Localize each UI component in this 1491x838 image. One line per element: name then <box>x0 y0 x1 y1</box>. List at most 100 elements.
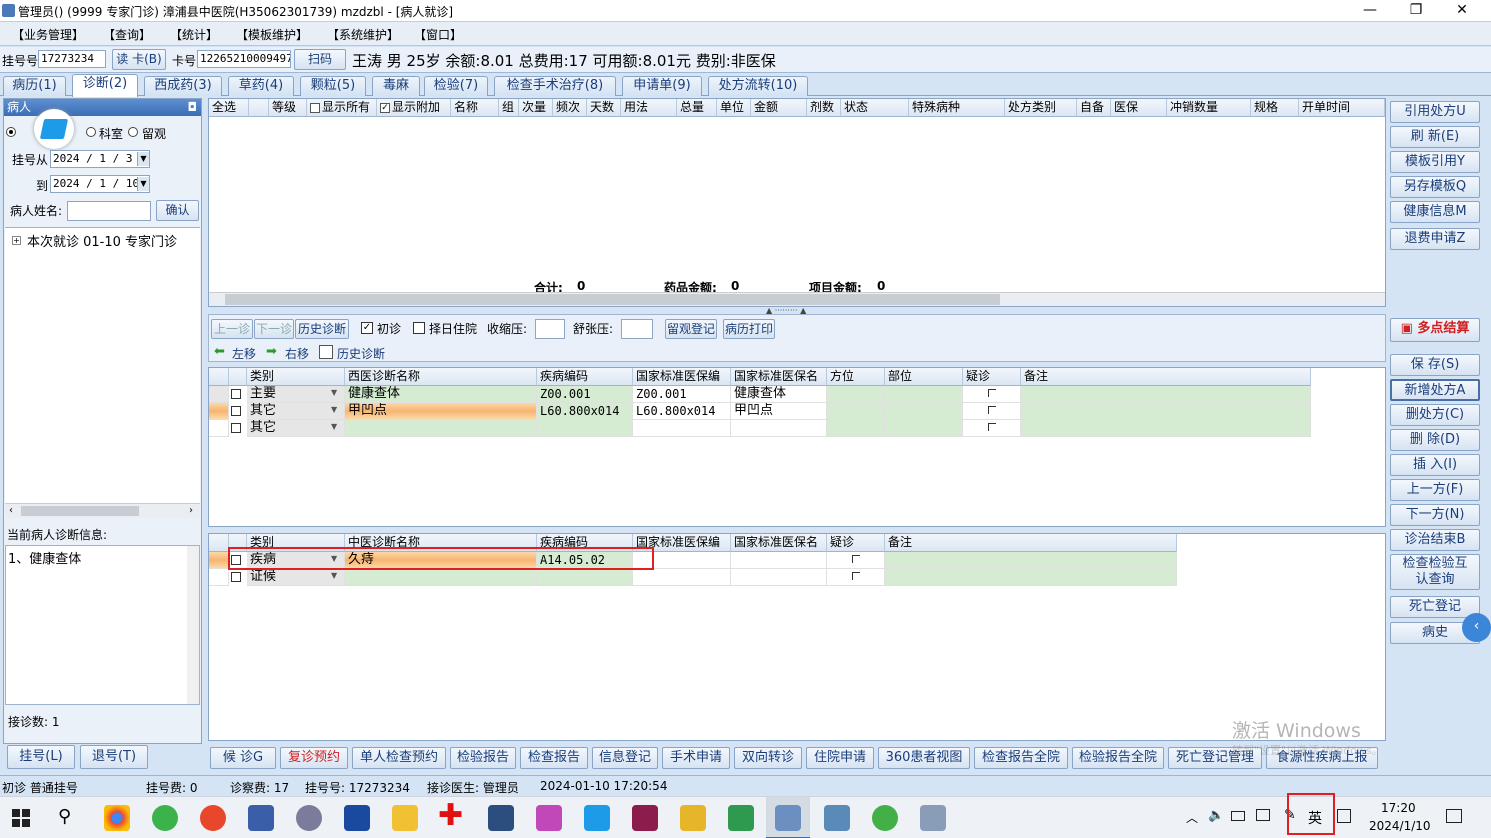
app-compass-icon[interactable] <box>296 805 322 831</box>
part-cell[interactable] <box>885 420 963 437</box>
multi-settle-button[interactable]: ▣ 多点结算 <box>1390 318 1480 342</box>
tab-medical-record[interactable]: 病历(1) <box>3 76 66 96</box>
col-show-all[interactable]: 显示所有 <box>307 99 377 117</box>
history-diag-link[interactable]: 历史诊断 <box>337 345 385 362</box>
tab-lab[interactable]: 检验(7) <box>424 76 488 96</box>
menu-query[interactable]: 【查询】 <box>103 26 151 43</box>
collapse-icon[interactable]: ‹ <box>1462 613 1491 642</box>
systolic-input[interactable] <box>535 319 565 339</box>
disease-code-cell[interactable]: Z00.001 <box>537 386 633 403</box>
suspect-checkbox[interactable] <box>988 423 996 431</box>
remark-cell[interactable] <box>885 569 1177 586</box>
chevron-down-icon[interactable]: ▼ <box>331 422 337 431</box>
app-swirl-icon[interactable] <box>200 805 226 831</box>
cite-rx-button[interactable]: 引用处方U <box>1390 101 1480 123</box>
scroll-left-icon[interactable]: ‹ <box>9 505 13 516</box>
std-code-cell[interactable]: L60.800x014 <box>633 403 731 420</box>
new-rx-button[interactable]: 新增处方A <box>1390 379 1480 401</box>
date-from-input[interactable]: 2024 / 1 / 3 <box>50 150 150 168</box>
notification-icon[interactable] <box>1446 809 1462 823</box>
patient-360-view-button[interactable]: 360患者视图 <box>878 747 970 769</box>
suspect-checkbox[interactable] <box>852 555 860 563</box>
tab-exam-surgery[interactable]: 检查手术治疗(8) <box>494 76 616 96</box>
suspect-checkbox[interactable] <box>988 406 996 414</box>
table-row[interactable]: 证候 ▼ <box>209 569 1177 586</box>
observe-register-button[interactable]: 留观登记 <box>665 319 717 339</box>
app-purple-icon[interactable] <box>632 805 658 831</box>
std-name-cell[interactable] <box>731 552 827 569</box>
refund-request-button[interactable]: 退费申请Z <box>1390 228 1480 250</box>
floating-assistant-icon[interactable] <box>34 109 74 149</box>
show-all-checkbox[interactable] <box>310 102 320 113</box>
battery-icon[interactable] <box>1231 811 1245 821</box>
delete-button[interactable]: 删 除(D) <box>1390 429 1480 451</box>
vertical-scrollbar[interactable] <box>187 546 199 704</box>
part-cell[interactable] <box>885 386 963 403</box>
table-row[interactable]: 其它 ▼ 甲凹点 L60.800x014 L60.800x014 甲凹点 <box>209 403 1311 420</box>
exam-report-all-button[interactable]: 检查报告全院 <box>974 747 1068 769</box>
rx-horizontal-scrollbar[interactable] <box>209 292 1385 306</box>
maximize-button[interactable]: ❐ <box>1393 0 1439 22</box>
register-button[interactable]: 挂号(L) <box>7 745 75 769</box>
tab-herbal[interactable]: 草药(4) <box>228 76 294 96</box>
date-to-input[interactable]: 2024 / 1 / 10 <box>50 175 150 193</box>
pin-icon[interactable]: ◘ <box>188 99 198 116</box>
history-icon[interactable] <box>319 345 333 359</box>
row-checkbox[interactable] <box>231 389 241 399</box>
app-assistant-icon[interactable] <box>584 805 610 831</box>
std-name-cell[interactable]: 甲凹点 <box>731 403 827 420</box>
rx-scrollbar-thumb[interactable] <box>225 294 1000 305</box>
row-checkbox[interactable] <box>231 423 241 433</box>
surgery-request-button[interactable]: 手术申请 <box>662 747 730 769</box>
table-row[interactable]: 其它 ▼ <box>209 420 1311 437</box>
windows-start-icon[interactable] <box>12 809 30 827</box>
tab-narcotic[interactable]: 毒麻 <box>372 76 420 96</box>
remark-cell[interactable] <box>1021 386 1311 403</box>
first-visit-checkbox[interactable]: ✓ <box>361 322 373 334</box>
row-checkbox[interactable] <box>231 572 241 582</box>
chrome-icon[interactable] <box>104 805 130 831</box>
app-green-icon[interactable] <box>728 805 754 831</box>
suspect-cell[interactable] <box>827 569 885 586</box>
lab-report-all-button[interactable]: 检验报告全院 <box>1072 747 1164 769</box>
prev-visit-button[interactable]: 上一诊 <box>211 319 253 339</box>
tab-diagnosis[interactable]: 诊断(2) <box>72 74 138 97</box>
app-refresh-icon[interactable] <box>872 805 898 831</box>
single-exam-booking-button[interactable]: 单人检查预约 <box>352 747 446 769</box>
std-name-cell[interactable] <box>731 569 827 586</box>
tab-request[interactable]: 申请单(9) <box>622 76 702 96</box>
chevron-down-icon[interactable]: ▼ <box>331 405 337 414</box>
ime-mode-icon[interactable] <box>1337 809 1351 823</box>
clock-date[interactable]: 2024/1/10 <box>1369 819 1431 833</box>
revisit-booking-button[interactable]: 复诊预约 <box>280 747 348 769</box>
active-app-slot[interactable] <box>766 797 810 838</box>
disease-code-cell[interactable] <box>537 569 633 586</box>
suspect-cell[interactable] <box>963 420 1021 437</box>
scroll-right-icon[interactable]: › <box>189 505 193 516</box>
his-app-icon[interactable] <box>775 805 801 831</box>
menu-stats[interactable]: 【统计】 <box>170 26 218 43</box>
radio-self[interactable] <box>6 127 16 137</box>
scan-button[interactable]: 扫码 <box>294 49 346 70</box>
waiting-button[interactable]: 候 诊G <box>210 747 276 769</box>
chevron-down-icon[interactable]: ▼ <box>137 177 149 191</box>
unregister-button[interactable]: 退号(T) <box>80 745 148 769</box>
remark-cell[interactable] <box>1021 403 1311 420</box>
refresh-button[interactable]: 刷 新(E) <box>1390 126 1480 148</box>
card-number-input[interactable]: 12265210009497б <box>197 50 291 68</box>
exam-report-button[interactable]: 检查报告 <box>520 747 588 769</box>
radio-dept[interactable] <box>86 127 96 137</box>
end-treatment-button[interactable]: 诊治结束B <box>1390 529 1480 551</box>
part-cell[interactable] <box>885 403 963 420</box>
close-button[interactable]: ✕ <box>1439 0 1485 22</box>
diastolic-input[interactable] <box>621 319 653 339</box>
scrollbar-thumb[interactable] <box>21 506 139 516</box>
west-name-cell[interactable] <box>345 420 537 437</box>
app-diamond-icon[interactable] <box>536 805 562 831</box>
arrow-left-icon[interactable]: ⬅ <box>214 344 225 359</box>
move-right-button[interactable]: 右移 <box>285 345 309 362</box>
disease-code-cell[interactable] <box>537 420 633 437</box>
template-cite-button[interactable]: 模板引用Y <box>1390 151 1480 173</box>
direction-cell[interactable] <box>827 386 885 403</box>
select-hosp-checkbox[interactable] <box>413 322 425 334</box>
